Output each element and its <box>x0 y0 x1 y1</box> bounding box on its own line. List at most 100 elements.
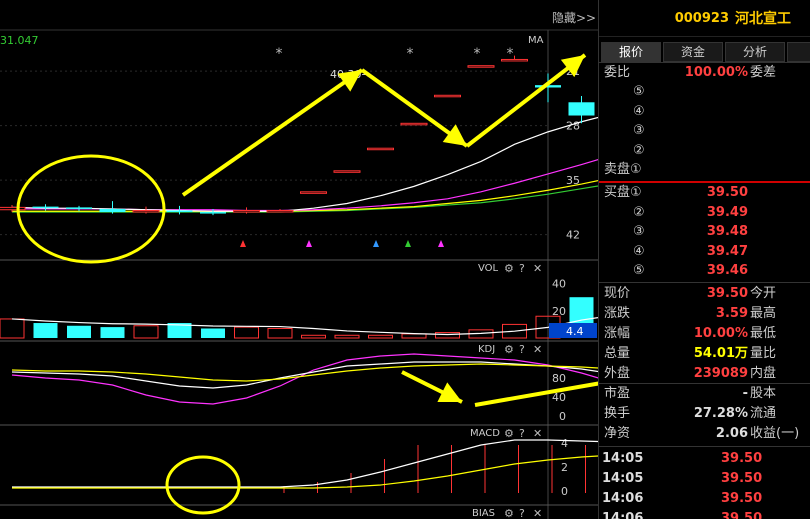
sell-order-row[interactable]: ③ <box>599 121 810 140</box>
star-marker: * <box>474 46 481 62</box>
candle-body <box>434 94 461 98</box>
star-marker: * <box>407 46 414 62</box>
tick-row: 14:06 39.50 <box>599 509 810 519</box>
buy-order-label: ④ <box>633 243 645 259</box>
gear-icon: ⚙ <box>504 427 514 440</box>
buy-order-row[interactable]: ② 39.49 <box>599 203 810 222</box>
panel-tabs: 报价 资金 分析 操 <box>601 42 810 62</box>
candle-body <box>266 210 294 213</box>
kdj-tick-label: 0 <box>559 410 566 423</box>
candle-body <box>501 58 528 62</box>
quote-value: 27.28% <box>693 406 748 421</box>
macd-label: MACD <box>470 428 500 439</box>
help-icon: ? <box>519 427 525 440</box>
candle-body <box>568 102 595 116</box>
tab-more[interactable]: 操 <box>787 42 810 62</box>
quote-label: 现价 <box>604 286 631 301</box>
hide-panel-button[interactable]: 隐藏>> <box>552 9 596 26</box>
candle-body <box>367 147 394 151</box>
stock-name: 河北宣工 <box>735 11 791 27</box>
buy-order-row[interactable]: ③ 39.48 <box>599 222 810 241</box>
ma-label: MA <box>528 35 544 46</box>
tab-quote[interactable]: 报价 <box>601 42 661 62</box>
quote-row: 现价 39.50 今开 <box>599 284 810 303</box>
tick-row: 14:06 39.50 <box>599 489 810 509</box>
star-marker: * <box>507 46 514 62</box>
macd-tick-label: 4 <box>561 437 568 450</box>
help-icon: ? <box>519 507 525 519</box>
buy-order-label: ⑤ <box>633 263 645 279</box>
candle-body <box>166 210 193 213</box>
quote-label2: 最低 <box>750 326 777 341</box>
order-divider <box>599 181 810 183</box>
sell-order-row[interactable]: ⑤ <box>599 82 810 101</box>
gear-icon: ⚙ <box>504 343 514 356</box>
quote-value: 3.59 <box>715 306 748 321</box>
candle-body <box>333 170 361 173</box>
quote-panel: 000923 河北宣工 报价 资金 分析 操 委比 100.00% 委差 ⑤ ④ ③… <box>598 0 810 519</box>
quote-value: 239089 <box>693 366 748 381</box>
candle-body <box>99 208 126 213</box>
buy-order-row[interactable]: 买盘① 39.50 <box>599 183 810 202</box>
tab-funds[interactable]: 资金 <box>663 42 723 62</box>
macd-tick-label: 0 <box>561 485 568 498</box>
candle-body <box>400 122 428 126</box>
buy-order-row[interactable]: ④ 39.47 <box>599 242 810 261</box>
quote-row: 换手 27.28% 流通 <box>599 404 810 423</box>
macd-tick-label: 2 <box>561 461 568 474</box>
candle-body <box>300 191 327 194</box>
candle-body <box>32 206 59 209</box>
quote-row: 外盘 239089 内盘 <box>599 364 810 383</box>
quote-row: 涨幅 10.00% 最低 <box>599 324 810 343</box>
quote-label: 涨幅 <box>604 326 631 341</box>
buy-order-price: 39.46 <box>706 263 748 279</box>
candle-body <box>200 212 226 214</box>
volume-bar <box>201 328 225 338</box>
star-marker: * <box>276 46 283 62</box>
tick-time: 14:05 <box>602 471 644 486</box>
tab-analysis[interactable]: 分析 <box>725 42 785 62</box>
vol-badge-text: 4.4 <box>566 325 584 338</box>
quote-label: 涨跌 <box>604 306 631 321</box>
quote-value: 39.50 <box>706 286 748 301</box>
candle-body <box>66 207 92 209</box>
help-icon: ? <box>519 343 525 356</box>
ratio-label: 委比 <box>604 65 631 80</box>
quote-label2: 股本 <box>750 386 777 401</box>
close-icon: ✕ <box>533 262 542 275</box>
buy-order-price: 39.47 <box>706 243 748 259</box>
buy-order-label: ② <box>633 204 645 220</box>
sell-order-row[interactable]: 卖盘① <box>599 160 810 179</box>
sell-order-label: 卖盘① <box>604 162 642 178</box>
buy-order-label: ③ <box>633 224 645 240</box>
quote-row: 净资 2.06 收益(一) <box>599 424 810 443</box>
stock-chart[interactable]: 4235282131.047MA****40.30→VOL40204.4KDJ8… <box>0 0 598 519</box>
tick-time: 14:06 <box>602 511 644 519</box>
quote-label2: 内盘 <box>750 366 777 381</box>
sell-order-row[interactable]: ② <box>599 141 810 160</box>
quote-label2: 今开 <box>750 286 777 301</box>
quote-value: - <box>742 386 748 401</box>
volume-bar <box>67 325 91 338</box>
quote-label2: 量比 <box>750 346 777 361</box>
gear-icon: ⚙ <box>504 507 514 519</box>
bias-label: BIAS <box>472 508 495 519</box>
quote-value: 10.00% <box>693 326 748 341</box>
quote-label: 外盘 <box>604 366 631 381</box>
gear-icon: ⚙ <box>504 262 514 275</box>
tick-time: 14:06 <box>602 491 644 506</box>
quote-value: 54.01万 <box>693 346 748 361</box>
order-ratio: 委比 100.00% 委差 <box>599 63 810 82</box>
close-icon: ✕ <box>533 507 542 519</box>
tick-time: 14:05 <box>602 451 644 466</box>
kdj-label: KDJ <box>478 344 495 355</box>
buy-order-row[interactable]: ⑤ 39.46 <box>599 261 810 280</box>
quote-label: 市盈 <box>604 386 631 401</box>
quote-label2: 最高 <box>750 306 777 321</box>
vol-label: VOL <box>478 263 499 274</box>
sell-order-row[interactable]: ④ <box>599 102 810 121</box>
buy-order-price: 39.48 <box>706 224 748 240</box>
quote-label: 总量 <box>604 346 631 361</box>
kdj-tick-label: 80 <box>552 372 566 385</box>
tick-row: 14:05 39.50 <box>599 469 810 489</box>
